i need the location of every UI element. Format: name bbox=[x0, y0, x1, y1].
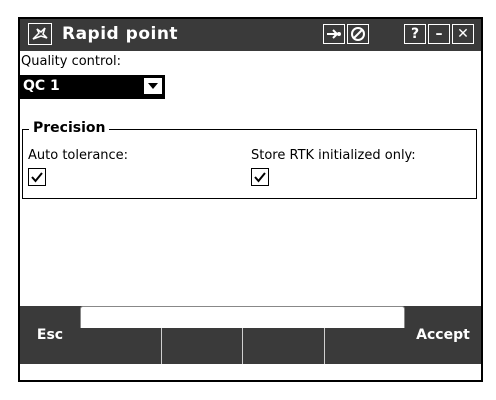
accept-button[interactable]: Accept bbox=[405, 306, 481, 364]
softkey-slot[interactable] bbox=[162, 328, 243, 364]
precision-group: Precision Auto tolerance: Store RTK init… bbox=[22, 120, 477, 199]
title-bar: Rapid point ? – ✕ bbox=[20, 19, 481, 51]
app-menu-icon[interactable] bbox=[28, 23, 52, 45]
quality-control-select[interactable]: QC 1 bbox=[20, 75, 165, 99]
auto-tolerance-label: Auto tolerance: bbox=[28, 148, 129, 163]
quality-control-value: QC 1 bbox=[23, 78, 60, 94]
window-title: Rapid point bbox=[62, 24, 179, 44]
input-strip bbox=[80, 306, 405, 364]
softkey-slot[interactable] bbox=[243, 328, 325, 364]
auto-tolerance-checkbox[interactable] bbox=[28, 168, 46, 186]
close-button[interactable]: ✕ bbox=[452, 24, 474, 44]
softkey-slot[interactable] bbox=[80, 328, 162, 364]
softkey-slot[interactable] bbox=[325, 328, 406, 364]
help-button[interactable]: ? bbox=[404, 24, 426, 44]
quality-control-label: Quality control: bbox=[21, 54, 122, 69]
precision-heading: Precision bbox=[29, 120, 110, 136]
store-rtk-checkbox[interactable] bbox=[251, 168, 269, 186]
store-rtk-label: Store RTK initialized only: bbox=[251, 148, 416, 163]
form-area: Quality control: QC 1 Precision Auto tol… bbox=[20, 51, 481, 306]
chevron-down-icon[interactable] bbox=[143, 77, 163, 95]
softkey-slots bbox=[80, 328, 405, 364]
app-window: Rapid point ? – ✕ Quality control: QC 1 bbox=[18, 17, 483, 382]
esc-button[interactable]: Esc bbox=[20, 306, 80, 364]
switch-to-icon[interactable] bbox=[323, 24, 345, 44]
minimize-button[interactable]: – bbox=[428, 24, 450, 44]
status-line bbox=[80, 306, 405, 328]
stop-icon[interactable] bbox=[347, 24, 369, 44]
softkey-bar: Esc Accept bbox=[20, 306, 481, 364]
